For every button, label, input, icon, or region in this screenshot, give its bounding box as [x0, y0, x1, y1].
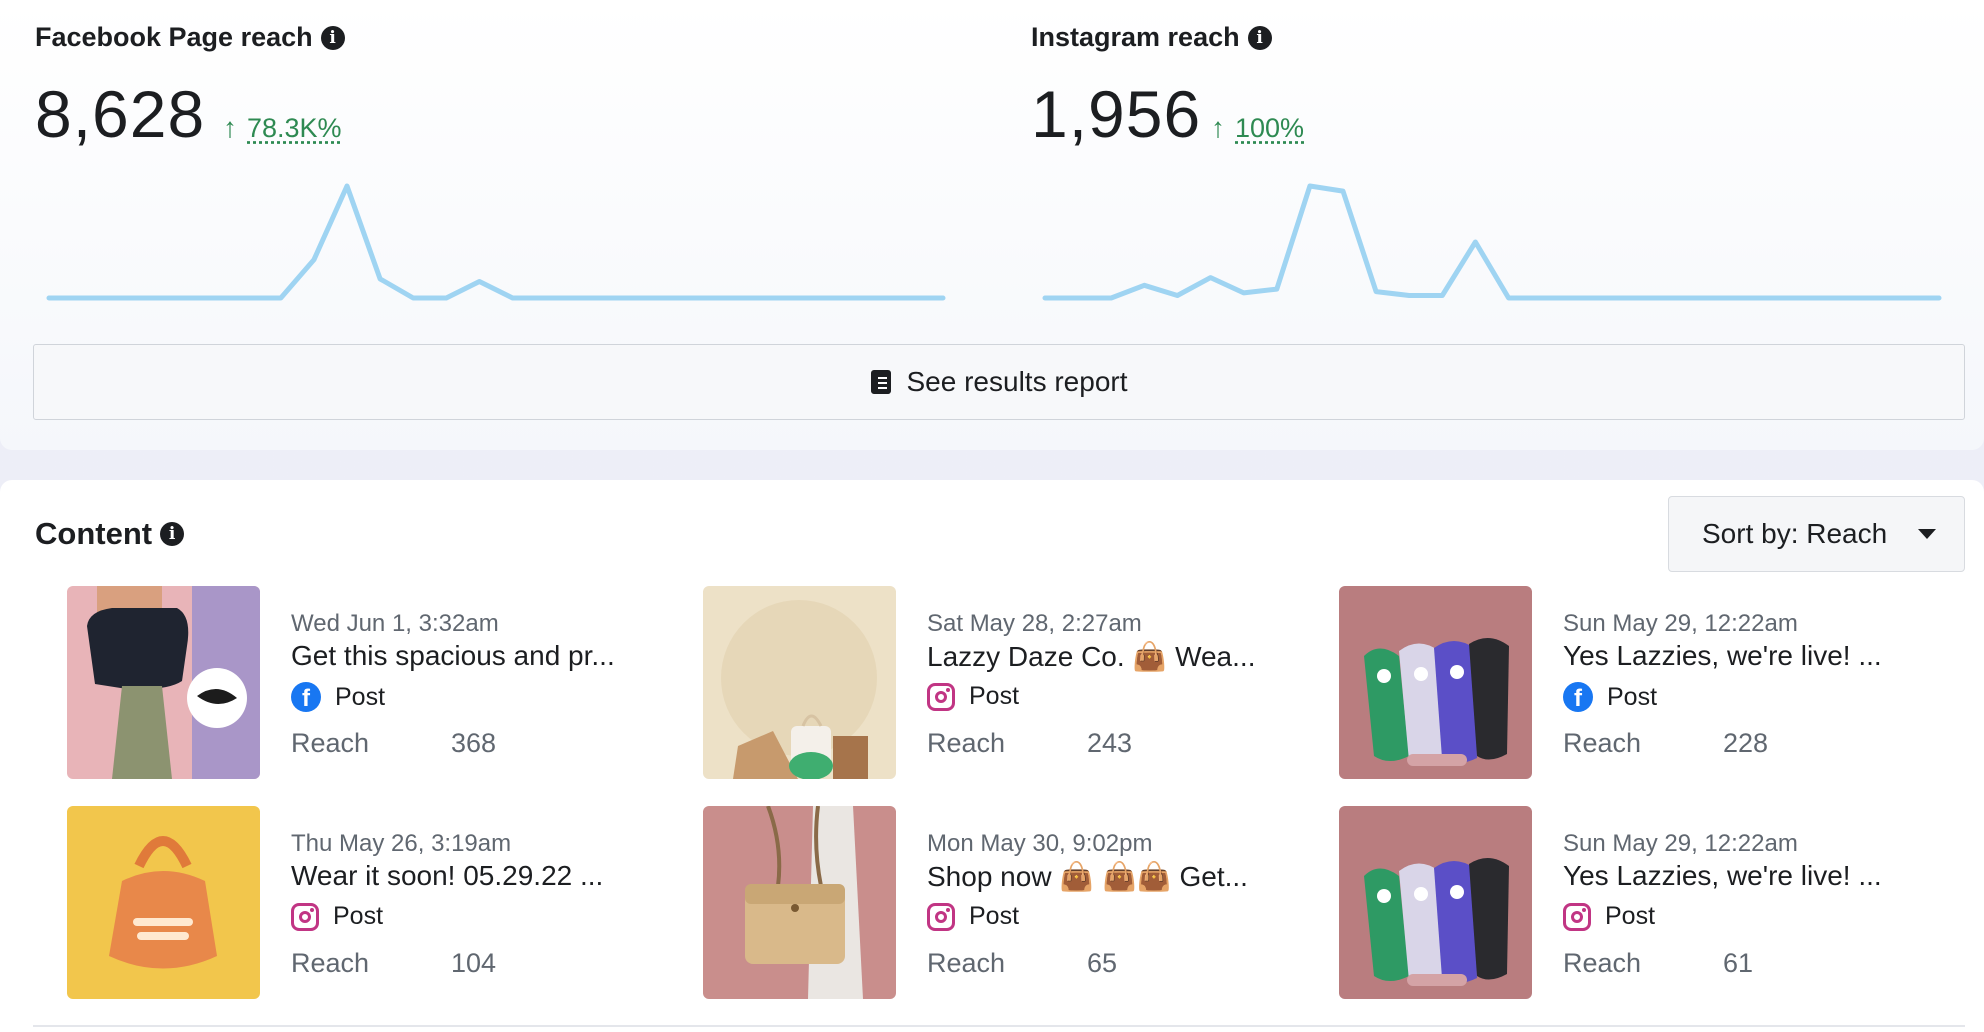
info-icon[interactable]: i: [320, 25, 345, 50]
instagram-icon: [927, 902, 955, 931]
post-text[interactable]: Lazzy Daze Co. 👜 Wea...: [927, 640, 1297, 673]
reach-summary-card: Facebook Page reach i 8,628 ↑ 78.3K% Ins…: [0, 0, 1984, 450]
see-results-report-button[interactable]: See results report: [33, 344, 1965, 420]
report-icon: [870, 370, 891, 394]
instagram-reach-value: 1,956: [1031, 77, 1202, 151]
content-post[interactable]: Sun May 29, 12:22am Yes Lazzies, we're l…: [1339, 586, 1939, 779]
sort-dropdown[interactable]: Sort by: Reach: [1668, 496, 1965, 572]
facebook-reach-sparkline: [46, 183, 946, 301]
info-icon[interactable]: i: [1247, 25, 1272, 50]
post-type: Post: [927, 902, 1019, 931]
caret-down-icon: [1918, 529, 1936, 539]
post-text[interactable]: Wear it soon! 05.29.22 ...: [291, 860, 661, 892]
post-type: Post: [291, 902, 383, 931]
reach-value: 104: [451, 948, 497, 978]
instagram-reach-change[interactable]: ↑ 100%: [1211, 112, 1304, 144]
post-text[interactable]: Get this spacious and pr...: [291, 640, 661, 672]
divider: [33, 1025, 1965, 1027]
content-post[interactable]: Sun May 29, 12:22am Yes Lazzies, we're l…: [1339, 806, 1939, 999]
arrow-up-icon: ↑: [1211, 112, 1225, 143]
post-text[interactable]: Shop now 👜 👜👜 Get...: [927, 860, 1297, 893]
instagram-icon: [291, 902, 319, 931]
sparkline-series: [1042, 183, 1942, 301]
facebook-reach-value: 8,628: [35, 77, 206, 151]
reach-value: 65: [1087, 948, 1118, 978]
post-thumbnail[interactable]: [703, 806, 896, 999]
content-title: Content i: [35, 516, 185, 552]
info-icon[interactable]: i: [160, 522, 185, 546]
post-type: f Post: [291, 682, 385, 712]
sparkline-series: [46, 183, 946, 301]
post-date: Mon May 30, 9:02pm: [927, 830, 1153, 857]
instagram-icon: [1563, 902, 1591, 931]
content-post[interactable]: Sat May 28, 2:27am Lazzy Daze Co. 👜 Wea.…: [703, 586, 1303, 779]
post-text[interactable]: Yes Lazzies, we're live! ...: [1563, 860, 1933, 892]
reach-value: 228: [1723, 728, 1769, 758]
post-text[interactable]: Yes Lazzies, we're live! ...: [1563, 640, 1933, 672]
post-thumbnail[interactable]: [703, 586, 896, 779]
post-date: Sat May 28, 2:27am: [927, 610, 1142, 637]
post-type: Post: [927, 682, 1019, 711]
reach-label: Reach: [291, 728, 370, 758]
post-type: Post: [1563, 902, 1655, 931]
reach-label: Reach: [1563, 948, 1642, 978]
reach-value: 368: [451, 728, 497, 758]
post-date: Sun May 29, 12:22am: [1563, 610, 1798, 637]
content-card: Content i Sort by: Reach Wed Jun 1, 3:32…: [0, 480, 1984, 1032]
post-date: Wed Jun 1, 3:32am: [291, 610, 499, 637]
instagram-icon: [927, 682, 955, 711]
post-thumbnail[interactable]: [1339, 806, 1532, 999]
post-date: Sun May 29, 12:22am: [1563, 830, 1798, 857]
post-date: Thu May 26, 3:19am: [291, 830, 512, 857]
facebook-reach-title: Facebook Page reach i: [35, 22, 345, 53]
reach-value: 243: [1087, 728, 1133, 758]
post-thumbnail[interactable]: [67, 586, 260, 779]
post-thumbnail[interactable]: [67, 806, 260, 999]
reach-label: Reach: [291, 948, 370, 978]
reach-label: Reach: [927, 728, 1006, 758]
reach-label: Reach: [1563, 728, 1642, 758]
reach-label: Reach: [927, 948, 1006, 978]
instagram-reach-sparkline: [1042, 183, 1942, 301]
post-type: f Post: [1563, 682, 1657, 712]
post-thumbnail[interactable]: [1339, 586, 1532, 779]
reach-value: 61: [1723, 948, 1754, 978]
content-post[interactable]: Wed Jun 1, 3:32am Get this spacious and …: [67, 586, 667, 779]
facebook-reach-change[interactable]: ↑ 78.3K%: [223, 112, 342, 144]
content-post[interactable]: Mon May 30, 9:02pm Shop now 👜 👜👜 Get... …: [703, 806, 1303, 999]
content-post[interactable]: Thu May 26, 3:19am Wear it soon! 05.29.2…: [67, 806, 667, 999]
arrow-up-icon: ↑: [223, 112, 237, 143]
instagram-reach-title: Instagram reach i: [1031, 22, 1272, 53]
facebook-icon: f: [1563, 682, 1593, 712]
facebook-icon: f: [291, 682, 321, 712]
